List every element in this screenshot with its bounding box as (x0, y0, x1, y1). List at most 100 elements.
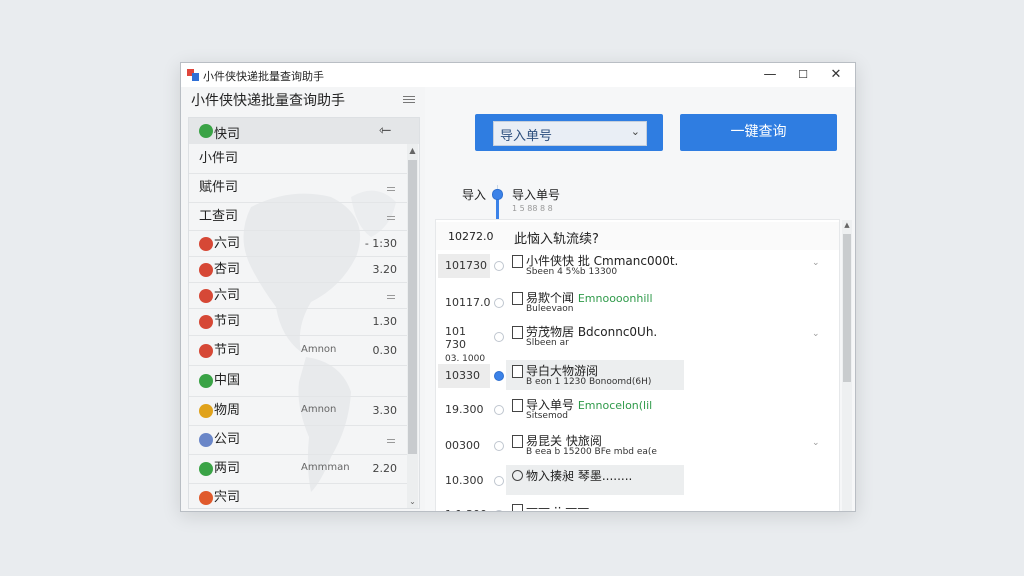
back-arrow-icon[interactable]: ⇽ (379, 121, 392, 139)
courier-name: 两司 (214, 461, 241, 476)
event-detail: B eea b 15200 BFe mbd ea(e (526, 447, 657, 457)
expand-icon[interactable]: ⌄ (812, 329, 820, 339)
timeline-event[interactable]: 101730 小件侠快 批 Cmmanc000t. Sbeen 4 5%b 1330… (436, 254, 839, 284)
timeline-event[interactable]: 10117.0 易欺个闻 Emnoooonhill Buleevaon (436, 291, 839, 321)
document-icon (512, 399, 523, 412)
timeline-head-label: 导入 (462, 188, 487, 202)
event-card[interactable]: —— ·· —— (506, 499, 684, 511)
event-time: 19.300 (445, 403, 484, 416)
event-detail: Slbeen ar (526, 338, 569, 348)
courier-note: Amnon (301, 404, 337, 415)
timeline-scrollbar[interactable]: ▲ (842, 220, 852, 511)
clock-icon (512, 470, 523, 481)
timeline-event[interactable]: 10.300 物入揍昶 琴墨........ (436, 465, 839, 499)
list-lines-icon (387, 294, 395, 301)
timeline-event[interactable]: 1 1 300 —— ·· —— (436, 501, 839, 511)
courier-name: 杏司 (214, 261, 241, 277)
menu-icon[interactable] (403, 94, 415, 104)
courier-row[interactable]: 工查司 (189, 203, 407, 231)
scroll-down-icon[interactable]: ⌄ (408, 497, 417, 506)
scroll-up-icon[interactable]: ▲ (843, 221, 851, 229)
courier-row[interactable]: 公司 (189, 426, 407, 455)
timeline-event[interactable]: 00300 易昆关 快旅阅 B eea b 15200 BFe mbd ea(e ⌄ (436, 434, 839, 464)
courier-note: Ammman (301, 462, 350, 473)
timeline-dot (494, 441, 504, 451)
timeline-event[interactable]: 19.300 导入单号 Emnocelon(lil Sitsemod (436, 398, 839, 428)
title-bar[interactable]: 小件侠快递批量查询助手 — ☐ ✕ (181, 63, 855, 87)
courier-value: 1.30 (372, 315, 398, 328)
list-lines-icon (387, 439, 395, 445)
courier-row[interactable]: 节司 1.30 (189, 309, 407, 336)
header-title: 此恼入轨流续? (514, 232, 599, 247)
event-title: —— ·· —— (526, 501, 590, 511)
minimize-button[interactable]: — (755, 65, 785, 85)
event-detail: Sbeen 4 5%b 13300 (526, 267, 618, 277)
list-lines-icon (387, 215, 395, 222)
courier-row[interactable]: 小件司 (189, 144, 407, 174)
courier-row[interactable]: 赋件司 (189, 174, 407, 203)
courier-logo-icon (199, 288, 213, 303)
event-card[interactable]: 易昆关 快旅阅 B eea b 15200 BFe mbd ea(e (506, 430, 684, 460)
document-icon (512, 504, 523, 511)
timeline-dot (494, 298, 504, 308)
sidebar-scrollbar[interactable]: ▲ ⌄ (407, 144, 418, 508)
courier-name: 物周 (214, 403, 241, 418)
courier-logo-icon (199, 315, 213, 329)
courier-logo-icon (199, 124, 213, 138)
expand-icon[interactable]: ⌄ (812, 438, 820, 448)
courier-row[interactable]: 六司 (189, 283, 407, 309)
timeline-dot (494, 261, 504, 271)
courier-row[interactable]: 中国 (189, 366, 407, 397)
courier-note: Amnon (301, 343, 337, 355)
timeline-event[interactable]: 101 73003. 1000 1.劳茂物居 Bdconnc0Uh.Slbeen… (436, 325, 839, 379)
event-title: 物入揍昶 琴墨........ (526, 469, 633, 483)
event-card[interactable]: 导入单号 Emnocelon(lil Sitsemod (506, 394, 684, 424)
main-panel: 导入单号 ⌄ 一键查询 导入 导入单号 1 5 88 8 8 10272.0 此… (425, 87, 855, 511)
courier-value: 3.20 (372, 262, 398, 276)
scrollbar-thumb[interactable] (408, 160, 417, 454)
event-time: 10330 (445, 369, 480, 382)
courier-logo-icon (199, 404, 213, 418)
timeline-dot (494, 371, 504, 381)
courier-row[interactable]: 宍司 (189, 484, 407, 511)
app-logo-icon (187, 69, 199, 81)
scrollbar-thumb[interactable] (843, 234, 851, 382)
timeline-head-sub: 1 5 88 8 8 (512, 204, 553, 213)
tracking-timeline: 10272.0 此恼入轨流续? 101730 小件侠快 批 Cmmanc000t.… (435, 219, 852, 511)
timeline-head-title: 导入单号 (512, 188, 561, 202)
event-card[interactable]: 易欺个闻 Emnoooonhill Buleevaon (506, 287, 684, 317)
courier-row[interactable]: 节司 Amnon 0.30 (189, 336, 407, 366)
courier-row[interactable]: 杏司 3.20 (189, 257, 407, 283)
event-detail: Sitsemod (526, 411, 568, 421)
event-card[interactable]: 物入揍昶 琴墨........ (506, 465, 684, 495)
event-card[interactable]: 劳茂物居 Bdconnc0Uh. Slbeen ar (506, 321, 684, 351)
courier-logo-icon (199, 236, 213, 251)
courier-row[interactable]: 两司 Ammman 2.20 (189, 455, 407, 484)
courier-value: - 1:30 (364, 236, 397, 250)
document-icon (512, 255, 523, 268)
expand-icon[interactable]: ⌄ (812, 258, 820, 268)
timeline-panel-header: 10272.0 此恼入轨流续? (436, 222, 839, 250)
courier-row[interactable]: 物周 Amnon 3.30 (189, 397, 407, 426)
event-card[interactable]: 小件侠快 批 Cmmanc000t. Sbeen 4 5%b 13300 (506, 250, 684, 280)
sidebar-title: 小件侠快递批量查询助手 (191, 93, 345, 109)
scroll-up-icon[interactable]: ▲ (408, 146, 417, 155)
timeline-dot (494, 476, 504, 486)
courier-row[interactable]: 六司 - 1:30 (189, 231, 407, 257)
list-lines-icon (387, 187, 395, 193)
event-time: 10.300 (445, 474, 484, 487)
timeline-dot (494, 332, 504, 342)
courier-logo-icon (199, 462, 213, 476)
close-button[interactable]: ✕ (821, 65, 851, 85)
document-icon (512, 435, 523, 448)
courier-name: 中国 (214, 373, 241, 388)
courier-name: 节司 (214, 342, 241, 358)
maximize-button[interactable]: ☐ (788, 65, 818, 85)
timeline-event[interactable]: 10330 导白大物游阅 B eon 1 1230 Bonoomd(6H) (436, 360, 839, 394)
courier-list-header[interactable]: 快司 ⇽ (189, 118, 419, 144)
import-button[interactable]: 导入单号 ⌄ (475, 114, 663, 151)
event-card[interactable]: 导白大物游阅 B eon 1 1230 Bonoomd(6H) (506, 360, 684, 390)
import-dropdown[interactable]: 导入单号 ⌄ (493, 121, 647, 146)
query-all-button[interactable]: 一键查询 (680, 114, 837, 151)
courier-name: 宍司 (214, 490, 241, 505)
